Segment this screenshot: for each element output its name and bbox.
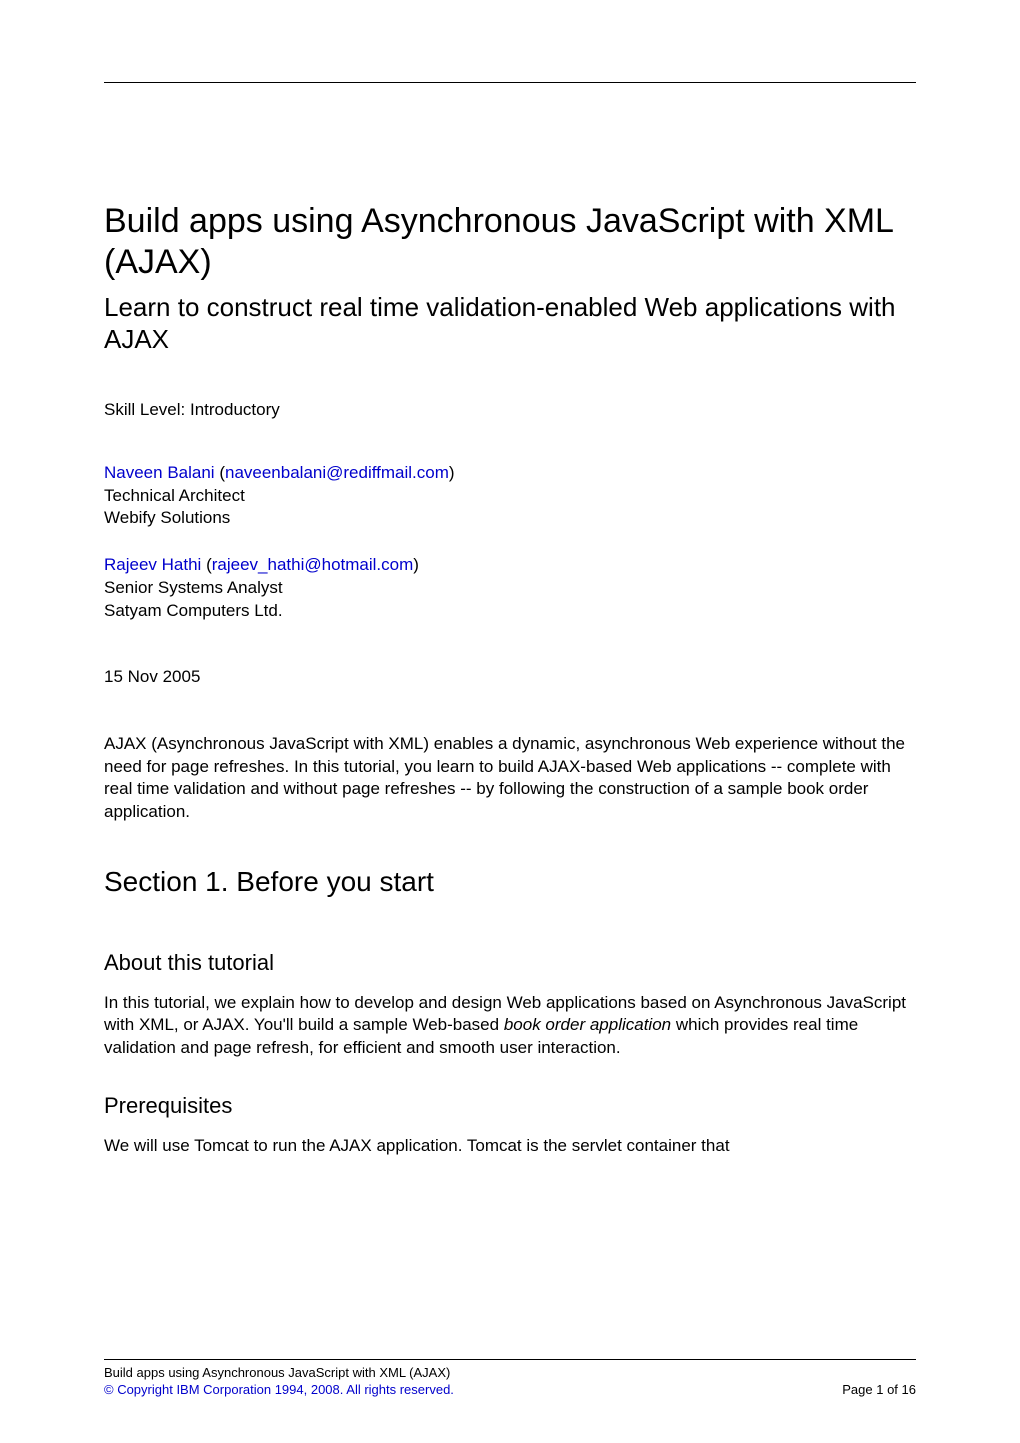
paren-close: ) <box>449 463 455 482</box>
skill-level: Skill Level: Introductory <box>104 400 916 420</box>
author-org-2: Satyam Computers Ltd. <box>104 600 916 623</box>
paren-close: ) <box>413 555 419 574</box>
page-title: Build apps using Asynchronous JavaScript… <box>104 201 916 283</box>
top-rule <box>104 82 916 83</box>
author-email-link-1[interactable]: naveenbalani@rediffmail.com <box>225 463 449 482</box>
author-email-link-2[interactable]: rajeev_hathi@hotmail.com <box>212 555 414 574</box>
about-paragraph: In this tutorial, we explain how to deve… <box>104 992 916 1060</box>
footer-copyright-link[interactable]: © Copyright IBM Corporation 1994, 2008. … <box>104 1382 454 1397</box>
page-number: Page 1 of 16 <box>842 1381 916 1399</box>
author-name-link-1[interactable]: Naveen Balani <box>104 463 215 482</box>
page-subtitle: Learn to construct real time validation-… <box>104 291 916 356</box>
footer-rule <box>104 1359 916 1360</box>
author-role-2: Senior Systems Analyst <box>104 577 916 600</box>
abstract-paragraph: AJAX (Asynchronous JavaScript with XML) … <box>104 733 916 823</box>
author-org-1: Webify Solutions <box>104 507 916 530</box>
footer: Build apps using Asynchronous JavaScript… <box>104 1359 916 1399</box>
prereq-paragraph: We will use Tomcat to run the AJAX appli… <box>104 1135 916 1158</box>
section-1-heading: Section 1. Before you start <box>104 866 916 898</box>
footer-title: Build apps using Asynchronous JavaScript… <box>104 1364 454 1382</box>
author-block-1: Naveen Balani (naveenbalani@rediffmail.c… <box>104 462 916 531</box>
author-block-2: Rajeev Hathi (rajeev_hathi@hotmail.com) … <box>104 554 916 623</box>
about-heading: About this tutorial <box>104 950 916 976</box>
publication-date: 15 Nov 2005 <box>104 667 916 687</box>
prereq-heading: Prerequisites <box>104 1093 916 1119</box>
author-name-link-2[interactable]: Rajeev Hathi <box>104 555 201 574</box>
about-para-italic: book order application <box>504 1015 671 1034</box>
author-role-1: Technical Architect <box>104 485 916 508</box>
